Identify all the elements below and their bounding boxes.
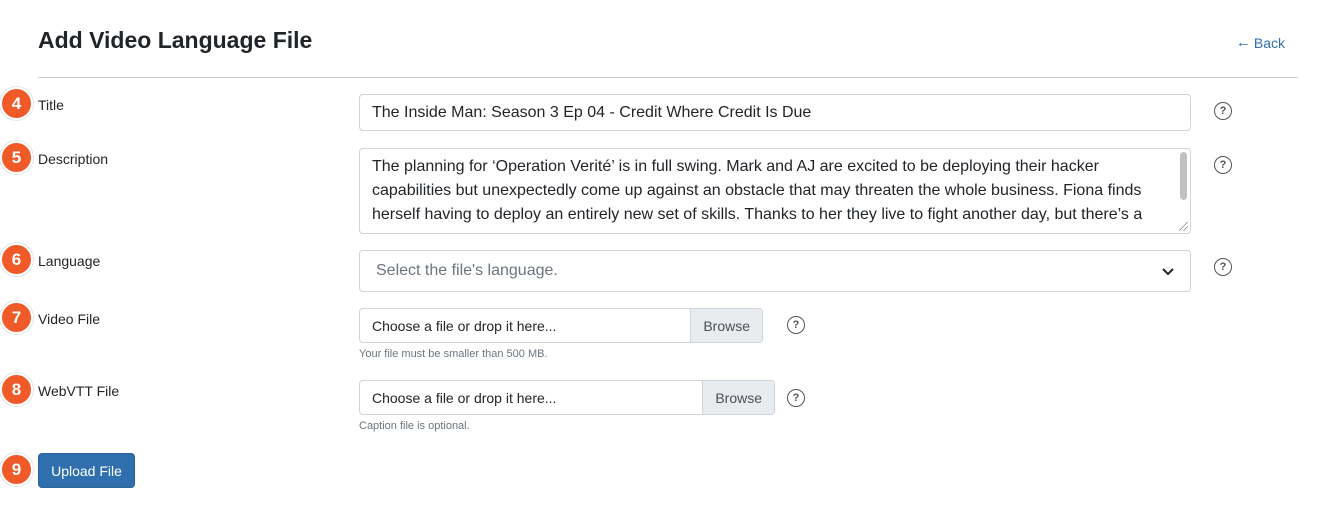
description-scrollbar[interactable]: [1180, 152, 1187, 200]
arrow-left-icon: ←: [1235, 34, 1251, 51]
webvtt-file-placeholder: Choose a file or drop it here...: [372, 389, 557, 406]
webvtt-file-help-text: Caption file is optional.: [359, 420, 470, 432]
description-textarea[interactable]: The planning for ‘Operation Verité’ is i…: [359, 148, 1191, 234]
step-badge-9: 9: [0, 453, 33, 486]
title-input[interactable]: The Inside Man: Season 3 Ep 04 - Credit …: [359, 94, 1191, 131]
step-badge-7: 7: [0, 301, 33, 334]
step-badge-5: 5: [0, 141, 33, 174]
step-badge-6: 6: [0, 243, 33, 276]
back-link[interactable]: ← Back: [1236, 34, 1285, 51]
step-badge-8: 8: [0, 373, 33, 406]
header-divider: [38, 77, 1298, 78]
webvtt-file-input[interactable]: Choose a file or drop it here... Browse: [359, 380, 775, 415]
video-file-help-text: Your file must be smaller than 500 MB.: [359, 348, 548, 360]
video-file-placeholder: Choose a file or drop it here...: [372, 317, 557, 334]
step-badge-4: 4: [0, 87, 33, 120]
video-file-input[interactable]: Choose a file or drop it here... Browse: [359, 308, 763, 343]
webvtt-file-label: WebVTT File: [38, 383, 120, 399]
resize-grip-icon[interactable]: [1179, 222, 1188, 231]
upload-file-button[interactable]: Upload File: [38, 453, 135, 488]
video-file-label: Video File: [38, 311, 101, 327]
webvtt-file-help-icon[interactable]: ?: [787, 389, 805, 407]
description-help-icon[interactable]: ?: [1214, 156, 1232, 174]
video-file-browse-button[interactable]: Browse: [690, 309, 762, 342]
back-link-label: Back: [1253, 34, 1285, 51]
video-file-help-icon[interactable]: ?: [787, 316, 805, 334]
title-input-value: The Inside Man: Season 3 Ep 04 - Credit …: [372, 103, 812, 121]
language-select[interactable]: Select the file's language.: [359, 250, 1191, 292]
title-label: Title: [38, 97, 64, 113]
page-title: Add Video Language File: [38, 27, 313, 53]
title-help-icon[interactable]: ?: [1214, 102, 1232, 120]
language-help-icon[interactable]: ?: [1214, 258, 1232, 276]
description-label: Description: [38, 151, 109, 167]
chevron-down-icon: [1162, 263, 1174, 279]
webvtt-file-browse-button[interactable]: Browse: [702, 381, 774, 414]
description-textarea-value: The planning for ‘Operation Verité’ is i…: [372, 158, 1143, 223]
language-select-placeholder: Select the file's language.: [376, 262, 558, 279]
language-label: Language: [38, 253, 101, 269]
